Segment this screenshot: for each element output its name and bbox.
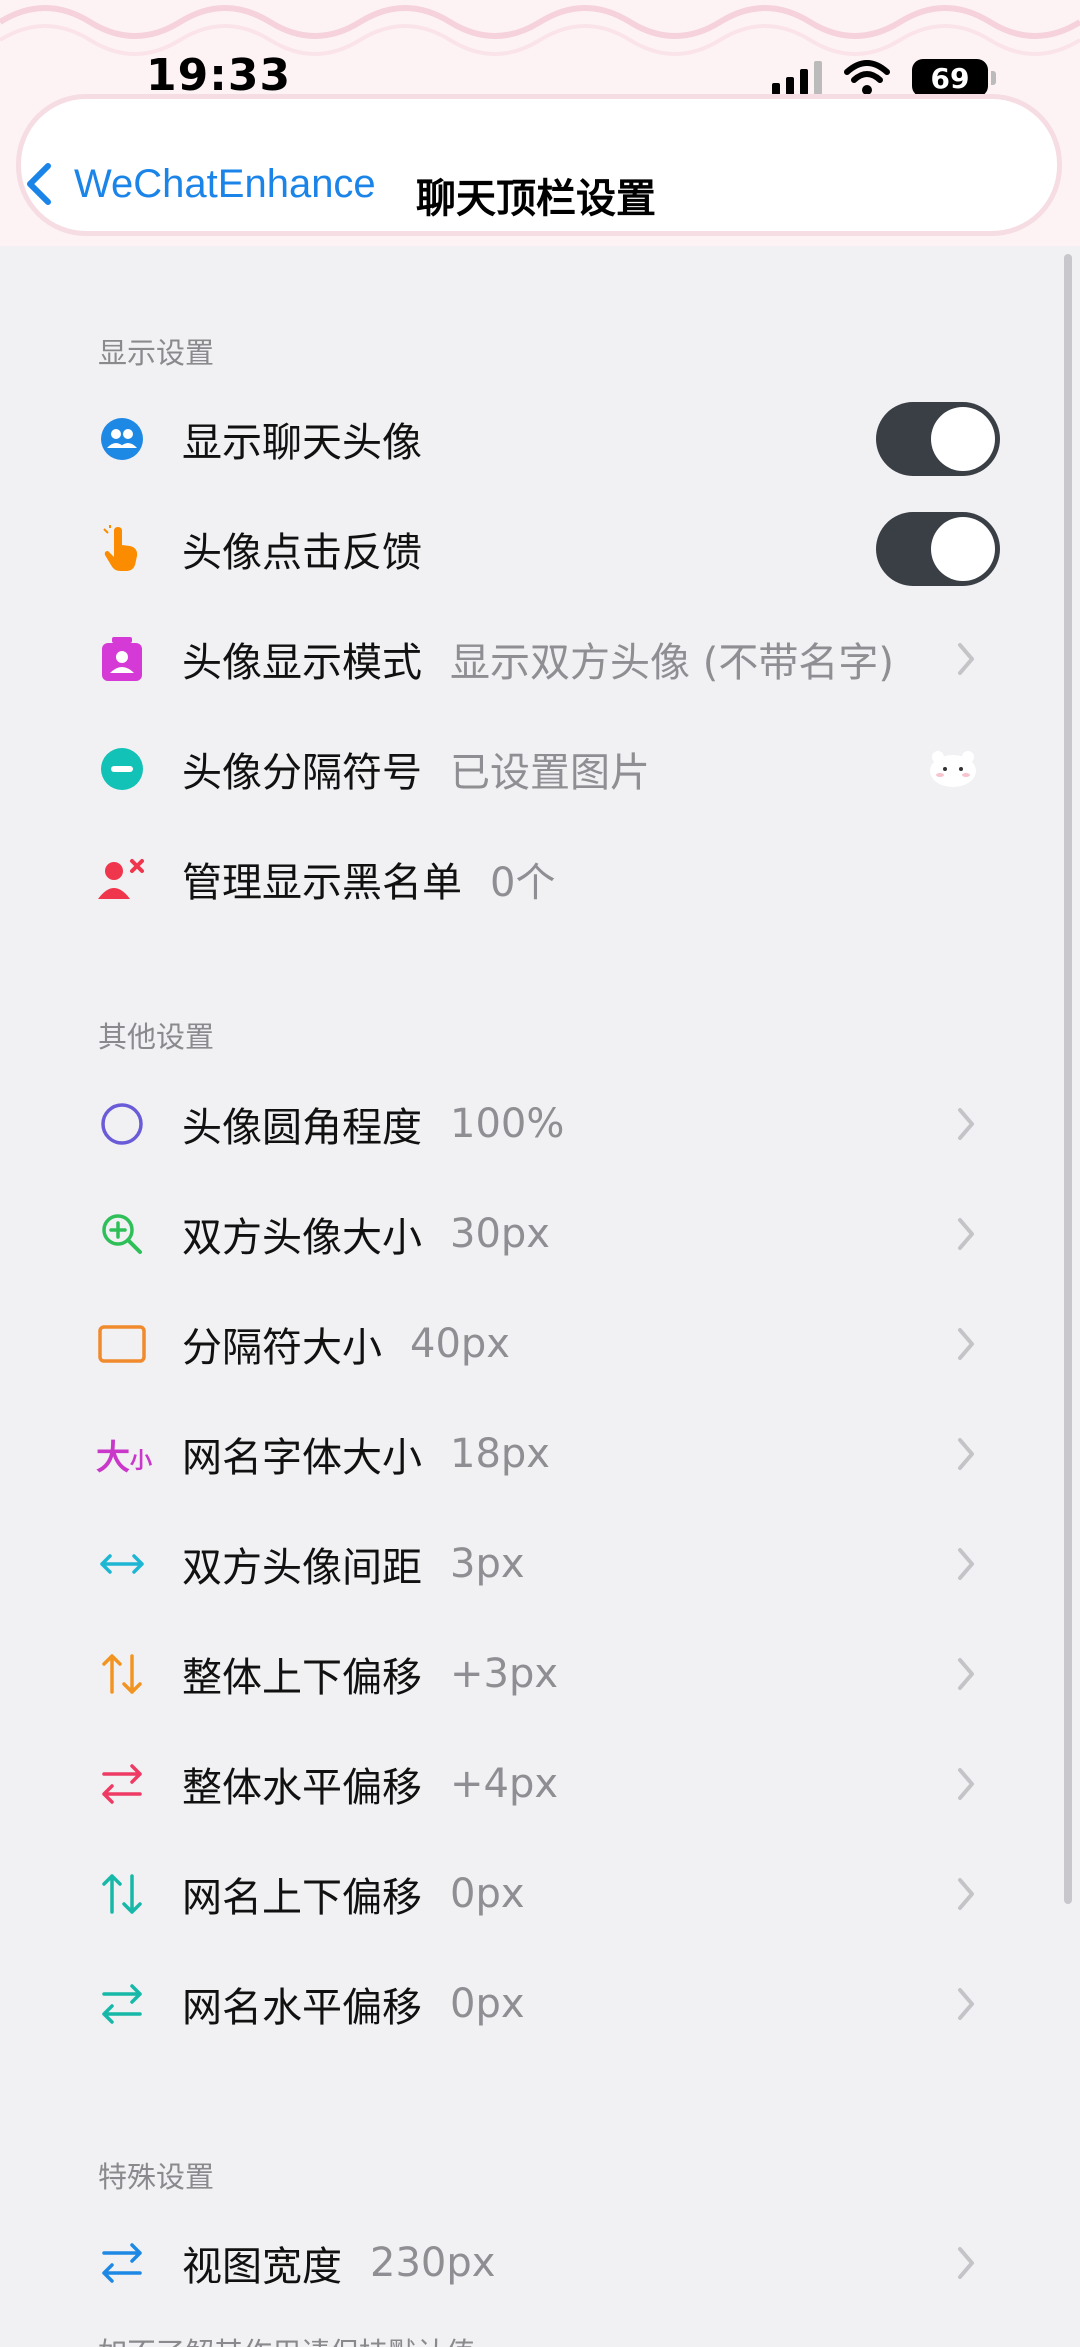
contact-card-icon xyxy=(96,633,148,685)
block-user-icon xyxy=(96,853,148,905)
horizontal-swap-icon xyxy=(96,2237,148,2289)
page-title: 聊天顶栏设置 xyxy=(416,176,656,222)
row-avatar-corner-radius[interactable]: 头像圆角程度 100% xyxy=(0,1069,1080,1179)
horizontal-swap-icon xyxy=(96,1978,148,2030)
row-value: 3px xyxy=(450,1541,525,1587)
chevron-right-icon xyxy=(958,1878,974,1910)
row-value: +4px xyxy=(450,1761,559,1807)
row-label: 网名上下偏移 xyxy=(182,1875,422,1921)
row-separator-size[interactable]: 分隔符大小 40px xyxy=(0,1289,1080,1399)
row-label: 双方头像间距 xyxy=(182,1545,422,1591)
back-label: WeChatEnhance xyxy=(74,161,376,206)
row-avatar-size[interactable]: 双方头像大小 30px xyxy=(0,1179,1080,1289)
chevron-right-icon xyxy=(958,1658,974,1690)
row-nickname-horizontal-offset[interactable]: 网名水平偏移 0px xyxy=(0,1949,1080,2059)
row-avatar-spacing[interactable]: 双方头像间距 3px xyxy=(0,1509,1080,1619)
row-overall-vertical-offset[interactable]: 整体上下偏移 +3px xyxy=(0,1619,1080,1729)
tap-hand-icon xyxy=(96,523,148,575)
tap-feedback-toggle[interactable] xyxy=(876,512,1000,586)
people-icon xyxy=(96,413,148,465)
row-label: 管理显示黑名单 xyxy=(182,860,462,906)
row-label: 网名水平偏移 xyxy=(182,1985,422,2031)
row-label: 头像点击反馈 xyxy=(182,530,422,576)
rectangle-icon xyxy=(96,1318,148,1370)
row-nickname-font-size[interactable]: 大小 网名字体大小 18px xyxy=(0,1399,1080,1509)
section-footnote: 如不了解其作用请保持默认值 xyxy=(98,2330,475,2347)
vertical-swap-icon xyxy=(96,1868,148,1920)
vertical-swap-icon xyxy=(96,1648,148,1700)
row-label: 显示聊天头像 xyxy=(182,420,422,466)
separator-image-thumbnail xyxy=(930,751,976,787)
zoom-in-icon xyxy=(96,1208,148,1260)
scrollbar[interactable] xyxy=(1064,254,1072,1904)
wifi-icon xyxy=(844,60,890,95)
row-label: 双方头像大小 xyxy=(182,1215,422,1261)
row-show-chat-avatar[interactable]: 显示聊天头像 xyxy=(0,384,1080,494)
row-value: 0px xyxy=(450,1871,525,1917)
row-value: 显示双方头像 (不带名字) xyxy=(450,640,894,686)
row-value: 已设置图片 xyxy=(450,750,650,796)
row-label: 视图宽度 xyxy=(182,2244,342,2290)
horizontal-arrows-icon xyxy=(96,1538,148,1590)
font-size-icon: 大小 xyxy=(92,1428,156,1480)
show-avatar-toggle[interactable] xyxy=(876,402,1000,476)
row-overall-horizontal-offset[interactable]: 整体水平偏移 +4px xyxy=(0,1729,1080,1839)
chevron-right-icon xyxy=(958,643,974,675)
row-label: 整体上下偏移 xyxy=(182,1655,422,1701)
row-value: 18px xyxy=(450,1431,550,1477)
horizontal-swap-icon xyxy=(96,1758,148,1810)
minus-circle-icon xyxy=(96,743,148,795)
row-nickname-vertical-offset[interactable]: 网名上下偏移 0px xyxy=(0,1839,1080,1949)
battery-indicator: 69 xyxy=(912,59,996,97)
row-avatar-tap-feedback[interactable]: 头像点击反馈 xyxy=(0,494,1080,604)
row-label: 分隔符大小 xyxy=(182,1325,382,1371)
back-button[interactable]: WeChatEnhance xyxy=(20,160,376,208)
section-title-display: 显示设置 xyxy=(98,336,215,370)
row-label: 头像圆角程度 xyxy=(182,1105,422,1151)
row-value: 30px xyxy=(450,1211,550,1257)
row-value: 40px xyxy=(410,1321,510,1367)
chevron-right-icon xyxy=(958,1768,974,1800)
row-label: 头像分隔符号 xyxy=(182,750,422,796)
row-value: 230px xyxy=(370,2240,496,2286)
row-value: 0px xyxy=(450,1981,525,2027)
chevron-right-icon xyxy=(958,1988,974,2020)
chevron-right-icon xyxy=(958,1108,974,1140)
font-icon-big: 大 xyxy=(95,1437,130,1478)
row-view-width[interactable]: 视图宽度 230px xyxy=(0,2208,1080,2318)
row-value: 0个 xyxy=(490,860,556,906)
chevron-right-icon xyxy=(958,2247,974,2279)
battery-level: 69 xyxy=(930,61,970,95)
row-label: 网名字体大小 xyxy=(182,1435,422,1481)
header: 19:33 69 WeChatEnhance 聊天顶栏设置 xyxy=(0,0,1080,246)
row-value: +3px xyxy=(450,1651,559,1697)
row-value: 100% xyxy=(450,1101,565,1147)
row-avatar-separator[interactable]: 头像分隔符号 已设置图片 xyxy=(0,714,1080,824)
font-icon-small: 小 xyxy=(129,1449,152,1474)
chevron-right-icon xyxy=(958,1218,974,1250)
row-label: 头像显示模式 xyxy=(182,640,422,686)
chevron-right-icon xyxy=(958,1548,974,1580)
row-manage-blacklist[interactable]: 管理显示黑名单 0个 xyxy=(0,824,1080,934)
cellular-signal-icon xyxy=(772,61,822,95)
section-title-special: 特殊设置 xyxy=(98,2160,215,2194)
chevron-right-icon xyxy=(958,1328,974,1360)
section-title-other: 其他设置 xyxy=(98,1020,215,1054)
row-avatar-display-mode[interactable]: 头像显示模式 显示双方头像 (不带名字) xyxy=(0,604,1080,714)
chevron-left-icon xyxy=(27,163,51,205)
circle-icon xyxy=(96,1098,148,1150)
chevron-right-icon xyxy=(958,1438,974,1470)
row-label: 整体水平偏移 xyxy=(182,1765,422,1811)
